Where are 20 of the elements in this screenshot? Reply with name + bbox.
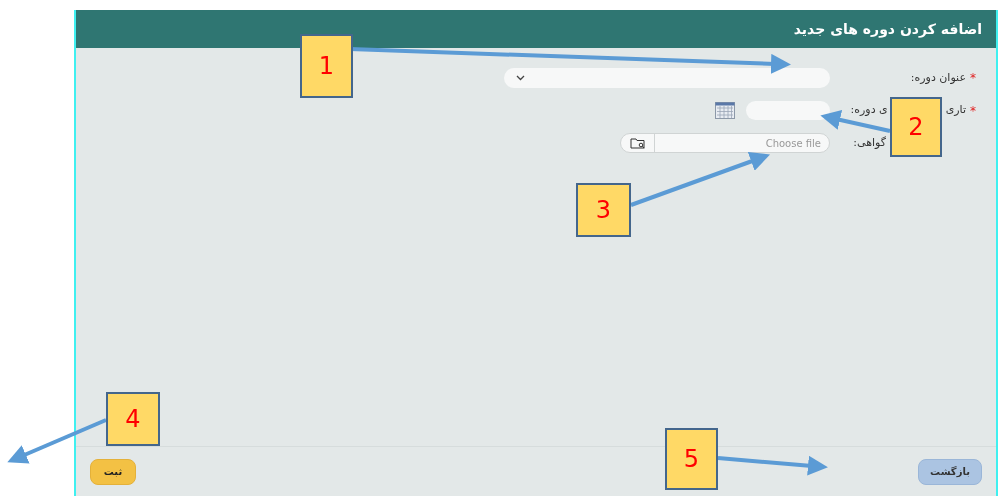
field-label: عنوان دوره: <box>910 69 966 86</box>
dialog-title: اضافه کردن دوره های جدید <box>793 19 982 40</box>
callout-arrow <box>820 110 891 133</box>
folder-search-icon[interactable] <box>629 137 646 149</box>
calendar-icon[interactable] <box>715 102 735 119</box>
chevron-down-icon <box>516 75 525 81</box>
field-label: تاری <box>945 102 966 119</box>
required-icon: * <box>970 101 976 120</box>
callout-box: 3 <box>576 183 631 237</box>
dropdown-field[interactable] <box>504 68 830 88</box>
field-label: گواهی: <box>853 134 886 151</box>
field-label: ی دوره: <box>850 102 888 119</box>
required-icon: * <box>970 69 976 87</box>
callout-box: 1 <box>300 34 353 98</box>
date-field[interactable] <box>746 101 830 120</box>
back-button[interactable]: بازگشت <box>918 458 982 485</box>
submit-button[interactable]: ثبت <box>90 458 136 485</box>
callout-box: 5 <box>665 428 718 490</box>
callout-box: 4 <box>106 392 160 446</box>
callout-box: 2 <box>890 97 942 157</box>
